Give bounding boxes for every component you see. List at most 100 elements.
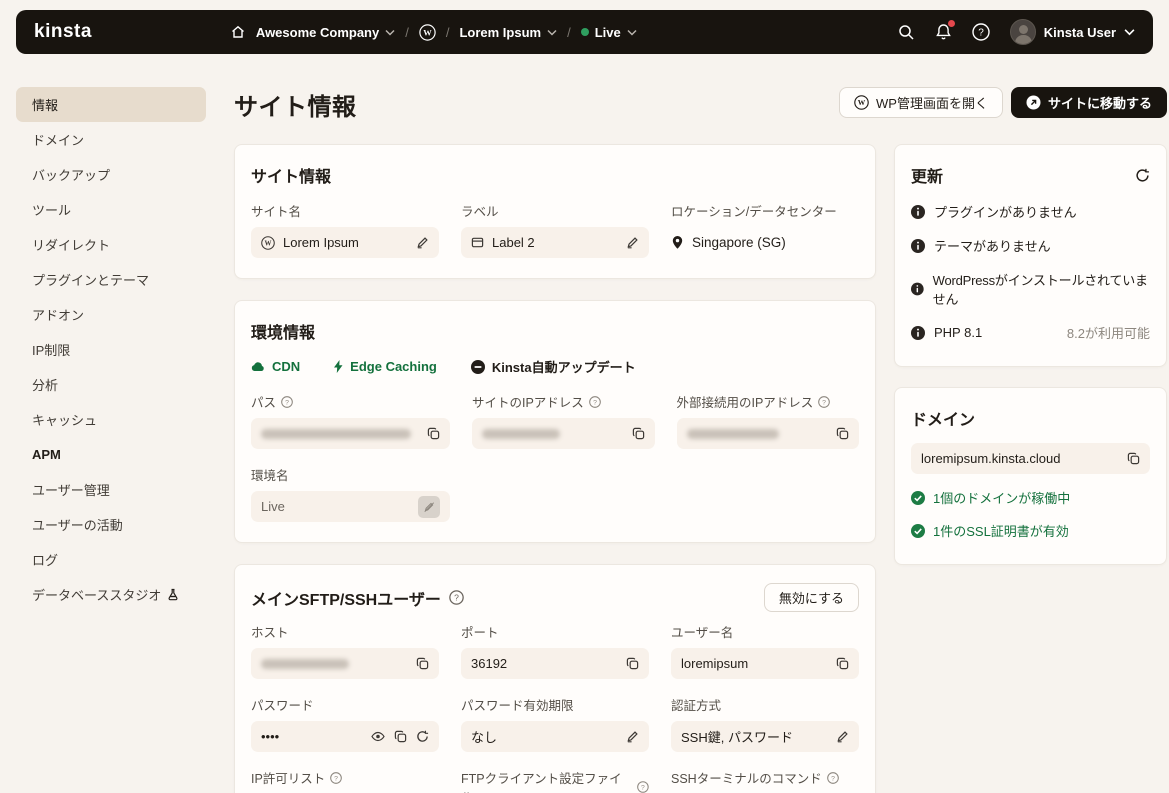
minus-circle-icon — [471, 360, 485, 374]
sidebar-item-cache[interactable]: キャッシュ — [16, 402, 206, 437]
environment-card: 環境情報 CDN Edge Caching Kinsta自動アップデート — [234, 300, 876, 543]
sidebar-item-user-management[interactable]: ユーザー管理 — [16, 472, 206, 507]
sidebar-item-tools[interactable]: ツール — [16, 192, 206, 227]
label-field: Label 2 — [461, 227, 649, 258]
chevron-down-icon — [385, 29, 395, 36]
label-label: ラベル — [461, 201, 649, 220]
sidebar-item-backups[interactable]: バックアップ — [16, 157, 206, 192]
sidebar-item-addons[interactable]: アドオン — [16, 297, 206, 332]
disable-sftp-button[interactable]: 無効にする — [764, 583, 859, 612]
redacted-value — [482, 429, 560, 439]
svg-text:?: ? — [978, 28, 984, 39]
copy-path-icon[interactable] — [427, 427, 440, 440]
sidebar-item-user-activity[interactable]: ユーザーの活動 — [16, 507, 206, 542]
copy-password-icon[interactable] — [394, 730, 407, 743]
help-icon[interactable]: ? — [818, 396, 830, 408]
ftp-config-file-label: FTPクライアント設定ファイル ? — [461, 768, 649, 793]
user-menu[interactable]: Kinsta User — [1010, 19, 1135, 45]
site-ip-field — [472, 418, 655, 449]
env-name-field: Live — [251, 491, 450, 522]
sidebar-item-apm[interactable]: APM — [16, 437, 206, 472]
ssl-active-link[interactable]: 1件のSSL証明書が有効 — [911, 521, 1150, 540]
sidebar-item-database-studio[interactable]: データベーススタジオ — [16, 577, 206, 612]
lightning-icon — [334, 360, 343, 373]
password-field: •••• — [251, 721, 439, 752]
card-title: メインSFTP/SSHユーザー — [251, 586, 441, 610]
breadcrumb-separator: / — [567, 25, 571, 40]
svg-text:?: ? — [822, 399, 826, 406]
svg-text:?: ? — [593, 399, 597, 406]
card-title: 更新 — [911, 163, 943, 187]
copy-username-icon[interactable] — [836, 657, 849, 670]
help-icon[interactable]: ? — [589, 396, 601, 408]
wordpress-icon[interactable]: W — [419, 24, 436, 41]
home-icon[interactable] — [230, 24, 246, 40]
chevron-down-icon — [627, 29, 637, 36]
copy-external-ip-icon[interactable] — [836, 427, 849, 440]
kinsta-auto-update-badge[interactable]: Kinsta自動アップデート — [471, 357, 636, 376]
edge-caching-badge[interactable]: Edge Caching — [334, 359, 437, 374]
port-field: 36192 — [461, 648, 649, 679]
auth-method-label: 認証方式 — [671, 695, 859, 714]
visit-site-button[interactable]: サイトに移動する — [1011, 87, 1167, 118]
breadcrumb-separator: / — [405, 25, 409, 40]
beta-flask-icon — [167, 588, 179, 601]
help-icon[interactable]: ? — [449, 590, 464, 605]
redacted-value — [261, 659, 349, 669]
svg-text:W: W — [858, 98, 866, 107]
notifications-bell-icon[interactable] — [935, 23, 952, 41]
redacted-value — [687, 429, 779, 439]
location-pin-icon — [671, 235, 684, 250]
info-icon — [911, 326, 925, 340]
help-icon[interactable]: ? — [827, 772, 839, 784]
edit-label-icon[interactable] — [626, 236, 639, 249]
cloud-icon — [251, 361, 265, 372]
company-selector[interactable]: Awesome Company — [256, 25, 395, 40]
show-password-eye-icon[interactable] — [371, 731, 385, 742]
site-selector[interactable]: Lorem Ipsum — [459, 25, 557, 40]
edit-auth-method-icon[interactable] — [836, 730, 849, 743]
site-info-card: サイト情報 サイト名 W Lorem Ipsum — [234, 144, 876, 279]
svg-text:?: ? — [285, 399, 289, 406]
help-icon[interactable]: ? — [972, 23, 990, 41]
help-icon[interactable]: ? — [330, 772, 342, 784]
ip-allowlist-label: IP許可リスト ? — [251, 768, 439, 787]
tag-icon — [471, 236, 484, 249]
redacted-value — [261, 429, 411, 439]
update-item-plugins: プラグインがありません — [911, 202, 1150, 221]
copy-site-ip-icon[interactable] — [632, 427, 645, 440]
copy-port-icon[interactable] — [626, 657, 639, 670]
kinsta-logo[interactable]: kinsta — [34, 21, 92, 43]
copy-domain-icon[interactable] — [1127, 452, 1140, 465]
edit-password-expiry-icon[interactable] — [626, 730, 639, 743]
username-label: ユーザー名 — [671, 622, 859, 641]
refresh-updates-icon[interactable] — [1135, 168, 1150, 183]
search-icon[interactable] — [898, 24, 915, 41]
live-status-dot — [581, 28, 589, 36]
wordpress-icon: W — [854, 95, 869, 110]
cdn-badge[interactable]: CDN — [251, 359, 300, 374]
sidebar-item-domains[interactable]: ドメイン — [16, 122, 206, 157]
environment-selector[interactable]: Live — [581, 25, 637, 40]
path-field — [251, 418, 450, 449]
svg-text:?: ? — [334, 775, 338, 782]
sidebar-item-plugins-themes[interactable]: プラグインとテーマ — [16, 262, 206, 297]
wordpress-icon: W — [261, 236, 275, 250]
help-icon[interactable]: ? — [637, 781, 649, 793]
external-link-icon — [1026, 95, 1041, 110]
sidebar-item-analytics[interactable]: 分析 — [16, 367, 206, 402]
sidebar-item-ip-deny[interactable]: IP制限 — [16, 332, 206, 367]
domains-active-link[interactable]: 1個のドメインが稼働中 — [911, 488, 1150, 507]
copy-host-icon[interactable] — [416, 657, 429, 670]
open-wp-admin-button[interactable]: W WP管理画面を開く — [839, 87, 1003, 118]
updates-card: 更新 プラグインがありません テーマがありません — [894, 144, 1167, 367]
info-icon — [911, 239, 925, 253]
sidebar-item-logs[interactable]: ログ — [16, 542, 206, 577]
sidebar-item-redirects[interactable]: リダイレクト — [16, 227, 206, 262]
regenerate-password-icon[interactable] — [416, 730, 429, 743]
port-label: ポート — [461, 622, 649, 641]
sidebar-item-info[interactable]: 情報 — [16, 87, 206, 122]
help-icon[interactable]: ? — [281, 396, 293, 408]
edit-site-name-icon[interactable] — [416, 236, 429, 249]
breadcrumb: Awesome Company / W / Lorem Ipsum / Live — [230, 24, 637, 41]
